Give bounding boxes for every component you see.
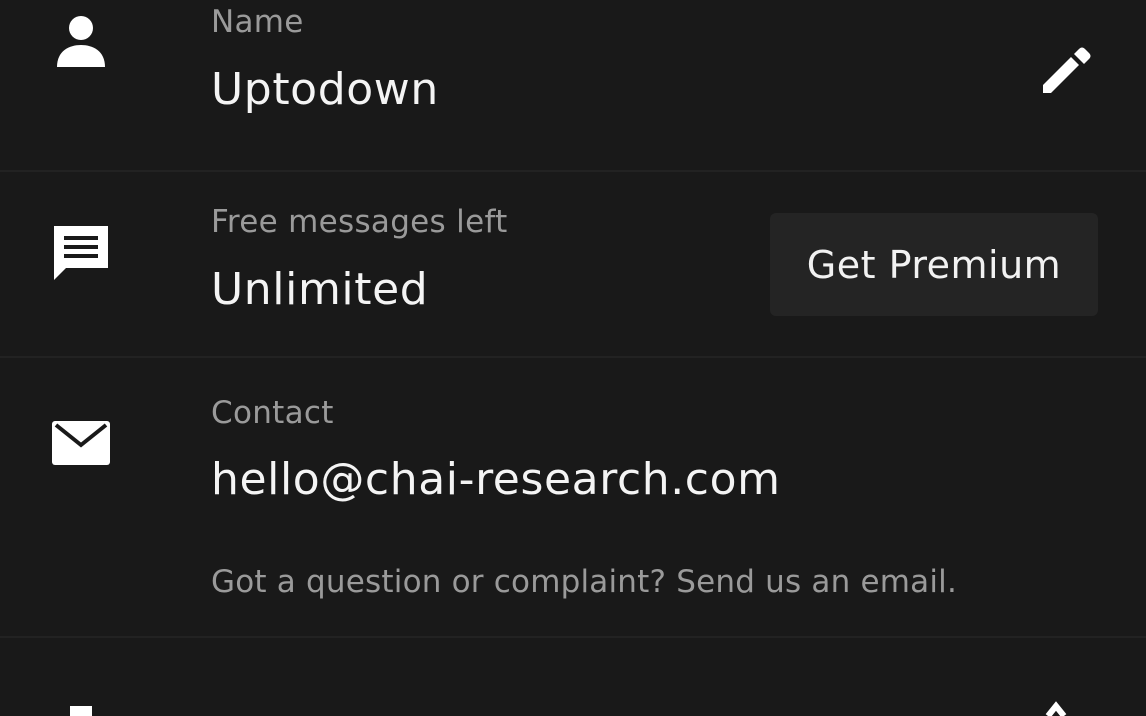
cut-off-icon [70,706,92,716]
chevron-right-icon [1045,701,1067,716]
contact-hint: Got a question or complaint? Send us an … [211,564,958,600]
person-icon [50,10,112,72]
name-label: Name [211,4,304,40]
contact-label: Contact [211,395,334,431]
messages-label: Free messages left [211,204,508,240]
divider [0,636,1146,638]
name-value: Uptodown [211,64,439,115]
mail-icon [50,412,112,474]
contact-row: Contact hello@chai-research.com Got a qu… [0,358,1146,636]
chat-icon [50,222,112,284]
profile-screen: Name Uptodown Free messages left Unlimit… [0,0,1146,716]
pencil-icon [1043,47,1091,93]
get-premium-button[interactable]: Get Premium [770,213,1098,316]
edit-name-button[interactable] [1028,30,1100,102]
contact-email-link[interactable]: hello@chai-research.com [211,458,781,502]
next-settings-row[interactable] [0,640,1146,716]
messages-value: Unlimited [211,264,429,315]
name-row: Name Uptodown [0,0,1146,170]
